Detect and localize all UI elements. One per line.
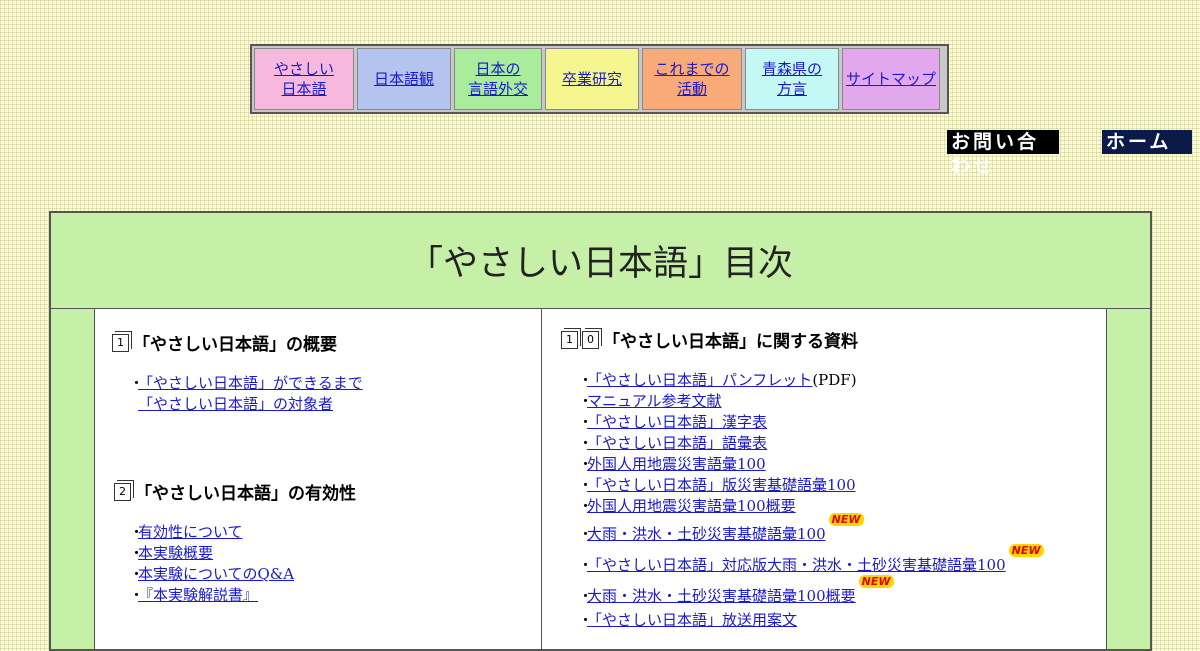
list-item: ・外国人用地震災害語彙100 [578, 454, 1044, 475]
section-overview-heading: 1 「やさしい日本語」の概要 [112, 330, 337, 355]
item-link[interactable]: 「やさしい日本語」漢字表 [587, 413, 767, 431]
number-0-icon: 0 [582, 330, 599, 349]
item-link[interactable]: 外国人用地震災害語彙100 [587, 455, 766, 473]
item-link[interactable]: 本実験概要 [138, 544, 213, 562]
list-item: ・「やさしい日本語」版災害基礎語彙100 [578, 475, 1044, 496]
list-item: ・有効性について [129, 522, 294, 543]
bullet: ・ [129, 523, 145, 541]
item-link[interactable]: 「やさしい日本語」語彙表 [587, 434, 767, 452]
section-materials-title: 「やさしい日本語」に関する資料 [603, 332, 858, 352]
overview-link-list: ・「やさしい日本語」ができるまで 「やさしい日本語」の対象者 [129, 373, 363, 415]
list-item: ・大雨・洪水・土砂災害基礎語彙100概要NEW [578, 575, 1044, 610]
contents-table: 「やさしい日本語」目次 1 「やさしい日本語」の概要 ・「やさしい日本語」ができ… [49, 211, 1152, 651]
item-link[interactable]: 「やさしい日本語」版災害基礎語彙100 [587, 476, 856, 494]
list-item: ・外国人用地震災害語彙100概要 [578, 496, 1044, 517]
item-link[interactable]: 「やさしい日本語」の対象者 [138, 395, 333, 413]
contact-link[interactable]: お問い合わせ [947, 130, 1059, 177]
list-item: 「やさしい日本語」の対象者 [129, 394, 363, 415]
nav-cell: 青森県の 方言 [745, 48, 839, 110]
bullet: ・ [578, 587, 594, 605]
list-item: ・本実験概要 [129, 543, 294, 564]
list-item: ・「やさしい日本語」対応版大雨・洪水・土砂災害基礎語彙100NEW [578, 544, 1044, 579]
nav-link[interactable]: サイトマップ [846, 69, 936, 89]
nav-cell: 日本の 言語外交 [454, 48, 542, 110]
top-navigation: やさしい 日本語 日本語観 日本の 言語外交 卒業研究 これまでの 活動 青森県の 方言 サ… [250, 44, 949, 114]
bullet: ・ [578, 434, 594, 452]
list-item: ・「やさしい日本語」漢字表 [578, 412, 1044, 433]
item-link[interactable]: 大雨・洪水・土砂災害基礎語彙100 [587, 525, 826, 543]
bullet: ・ [129, 565, 145, 583]
list-item: ・「やさしい日本語」語彙表 [578, 433, 1044, 454]
item-link[interactable]: 「やさしい日本語」対応版大雨・洪水・土砂災害基礎語彙100 [587, 556, 1006, 574]
nav-cell: 卒業研究 [545, 48, 639, 110]
nav-cell: やさしい 日本語 [254, 48, 354, 110]
right-column: 1 0 「やさしい日本語」に関する資料 ・「やさしい日本語」パンフレット(PDF… [541, 309, 1107, 649]
bullet: ・ [578, 556, 594, 574]
item-link[interactable]: 有効性について [138, 523, 243, 541]
item-link[interactable]: 「やさしい日本語」放送用案文 [587, 611, 797, 629]
bullet: ・ [129, 544, 145, 562]
new-badge-icon: NEW [858, 575, 894, 588]
item-link[interactable]: 大雨・洪水・土砂災害基礎語彙100概要 [587, 587, 856, 605]
list-item: ・本実験についてのQ&A [129, 564, 294, 585]
section-effectiveness-heading: 2 「やさしい日本語」の有効性 [114, 479, 356, 504]
materials-link-list: ・「やさしい日本語」パンフレット(PDF) ・マニュアル参考文献 ・「やさしい日本語… [578, 370, 1044, 631]
new-badge-icon: NEW [828, 513, 864, 526]
bullet: ・ [129, 374, 145, 392]
bullet: ・ [578, 455, 594, 473]
page-title: 「やさしい日本語」目次 [51, 213, 1150, 309]
left-column: 1 「やさしい日本語」の概要 ・「やさしい日本語」ができるまで 「やさしい日本語」… [94, 309, 542, 649]
item-link[interactable]: 「やさしい日本語」パンフレット [587, 371, 812, 389]
item-link[interactable]: 外国人用地震災害語彙100概要 [587, 497, 796, 515]
section-materials-heading: 1 0 「やさしい日本語」に関する資料 [561, 327, 858, 352]
bullet: ・ [578, 497, 594, 515]
bullet: ・ [129, 586, 145, 604]
new-badge-icon: NEW [1008, 544, 1044, 557]
nav-cell: サイトマップ [842, 48, 940, 110]
nav-link[interactable]: 日本の 言語外交 [468, 59, 528, 99]
item-suffix: (PDF) [812, 371, 857, 389]
item-link[interactable]: 「やさしい日本語」ができるまで [138, 374, 363, 392]
bullet: ・ [578, 392, 594, 410]
bullet: ・ [578, 525, 594, 543]
effectiveness-link-list: ・有効性について ・本実験概要 ・本実験についてのQ&A ・『本実験解説書』 [129, 522, 294, 606]
number-1-icon: 1 [561, 330, 578, 349]
item-link[interactable]: マニュアル参考文献 [587, 392, 722, 410]
list-item: ・「やさしい日本語」ができるまで [129, 373, 363, 394]
list-item: ・大雨・洪水・土砂災害基礎語彙100NEW [578, 513, 1044, 548]
bullet: ・ [578, 413, 594, 431]
item-link[interactable]: 本実験についてのQ&A [138, 565, 294, 583]
bullet: ・ [578, 371, 594, 389]
number-1-icon: 1 [112, 333, 129, 352]
nav-cell: これまでの 活動 [642, 48, 742, 110]
nav-link[interactable]: 日本語観 [374, 69, 434, 89]
section-overview-title: 「やさしい日本語」の概要 [133, 335, 337, 355]
list-item: ・『本実験解説書』 [129, 585, 294, 606]
nav-link[interactable]: 卒業研究 [562, 69, 622, 89]
list-item: ・マニュアル参考文献 [578, 391, 1044, 412]
item-link[interactable]: 『本実験解説書』 [138, 586, 258, 604]
list-item: ・「やさしい日本語」放送用案文 [578, 610, 1044, 631]
nav-link[interactable]: これまでの 活動 [654, 59, 729, 99]
nav-link[interactable]: 青森県の 方言 [762, 59, 822, 99]
bullet: ・ [578, 476, 594, 494]
bullet: ・ [578, 611, 594, 629]
list-item: ・「やさしい日本語」パンフレット(PDF) [578, 370, 1044, 391]
home-link[interactable]: ホーム [1102, 130, 1192, 154]
number-2-icon: 2 [114, 482, 131, 501]
nav-link[interactable]: やさしい 日本語 [274, 59, 334, 99]
nav-cell: 日本語観 [357, 48, 451, 110]
section-effectiveness-title: 「やさしい日本語」の有効性 [135, 484, 356, 504]
